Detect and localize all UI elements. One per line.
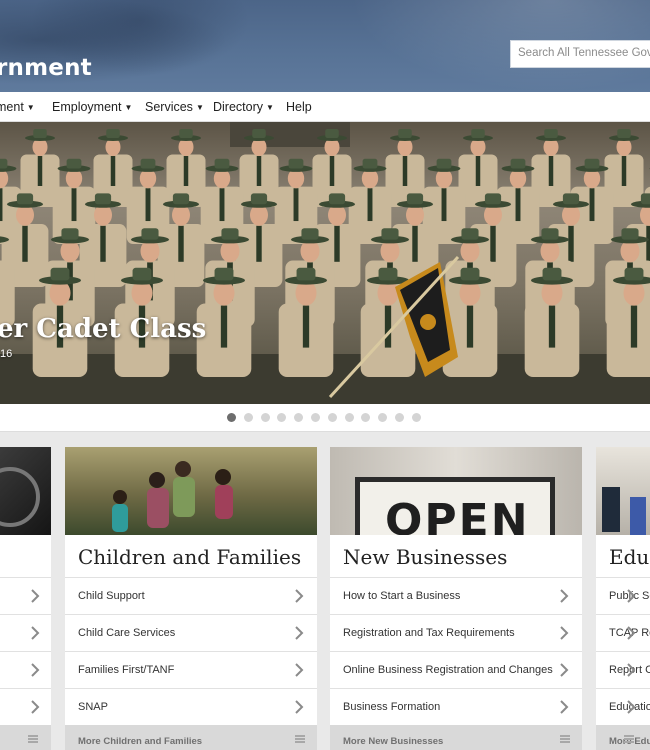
card-more-link[interactable]: [0, 725, 51, 750]
chevron-right-icon: [559, 589, 569, 603]
chevron-right-icon: [294, 700, 304, 714]
card-body: Children and Families Child Support Child …: [65, 0, 317, 750]
card-link[interactable]: Child Care Services: [65, 614, 317, 651]
card-link-label: SNAP: [78, 701, 108, 713]
chevron-right-icon: [559, 700, 569, 714]
card-link[interactable]: Child Support: [65, 577, 317, 614]
card-link[interactable]: Online Business Registration and Changes: [330, 651, 582, 688]
chevron-right-icon: [30, 663, 40, 677]
card-link-label: Child Care Services: [78, 627, 176, 639]
card-title: New Businesses: [343, 545, 508, 569]
card-link[interactable]: Report Ca: [596, 651, 650, 688]
card-link-label: Registration and Tax Requirements: [343, 627, 515, 639]
card-link[interactable]: TCAP Resu: [596, 614, 650, 651]
chevron-right-icon: [559, 663, 569, 677]
chevron-right-icon: [626, 626, 636, 640]
chevron-right-icon: [30, 626, 40, 640]
menu-lines-icon: [295, 735, 305, 743]
chevron-right-icon: [626, 589, 636, 603]
card-link[interactable]: Public Sch: [596, 577, 650, 614]
chevron-right-icon: [626, 700, 636, 714]
card-link[interactable]: Education: [596, 688, 650, 725]
chevron-right-icon: [294, 626, 304, 640]
card-link[interactable]: [0, 651, 51, 688]
card-link[interactable]: Business Formation: [330, 688, 582, 725]
chevron-right-icon: [626, 663, 636, 677]
chevron-right-icon: [294, 589, 304, 603]
card-link-label: Child Support: [78, 590, 145, 602]
card-title: Children and Families: [78, 545, 302, 569]
card-body: Educ Public SchTCAP ResuReport CaEducatio…: [596, 0, 650, 750]
chevron-right-icon: [294, 663, 304, 677]
card-link[interactable]: [0, 577, 51, 614]
card-title: Educ: [609, 545, 650, 569]
card-link[interactable]: Families First/TANF: [65, 651, 317, 688]
card-link-label: Business Formation: [343, 701, 441, 713]
chevron-right-icon: [30, 700, 40, 714]
card-more-label: More New Businesses: [343, 736, 444, 747]
card-link-label: How to Start a Business: [343, 590, 461, 602]
card-link[interactable]: [0, 688, 51, 725]
chevron-right-icon: [30, 589, 40, 603]
menu-lines-icon: [28, 735, 38, 743]
card-link-label: Families First/TANF: [78, 664, 175, 676]
chevron-right-icon: [559, 626, 569, 640]
card-link[interactable]: Registration and Tax Requirements: [330, 614, 582, 651]
card-link[interactable]: [0, 614, 51, 651]
card-more-link[interactable]: More Children and Families: [65, 725, 317, 750]
card-link-label: Online Business Registration and Changes: [343, 664, 553, 676]
card-more-label: More Children and Families: [78, 736, 203, 747]
card-link[interactable]: How to Start a Business: [330, 577, 582, 614]
card-more-link[interactable]: More New Businesses: [330, 725, 582, 750]
menu-lines-icon: [560, 735, 570, 743]
card-body: [0, 0, 51, 750]
menu-lines-icon: [624, 735, 634, 743]
card-link[interactable]: SNAP: [65, 688, 317, 725]
card-body: New Businesses How to Start a Business Reg…: [330, 0, 582, 750]
card-more-link[interactable]: More Educ: [596, 725, 650, 750]
